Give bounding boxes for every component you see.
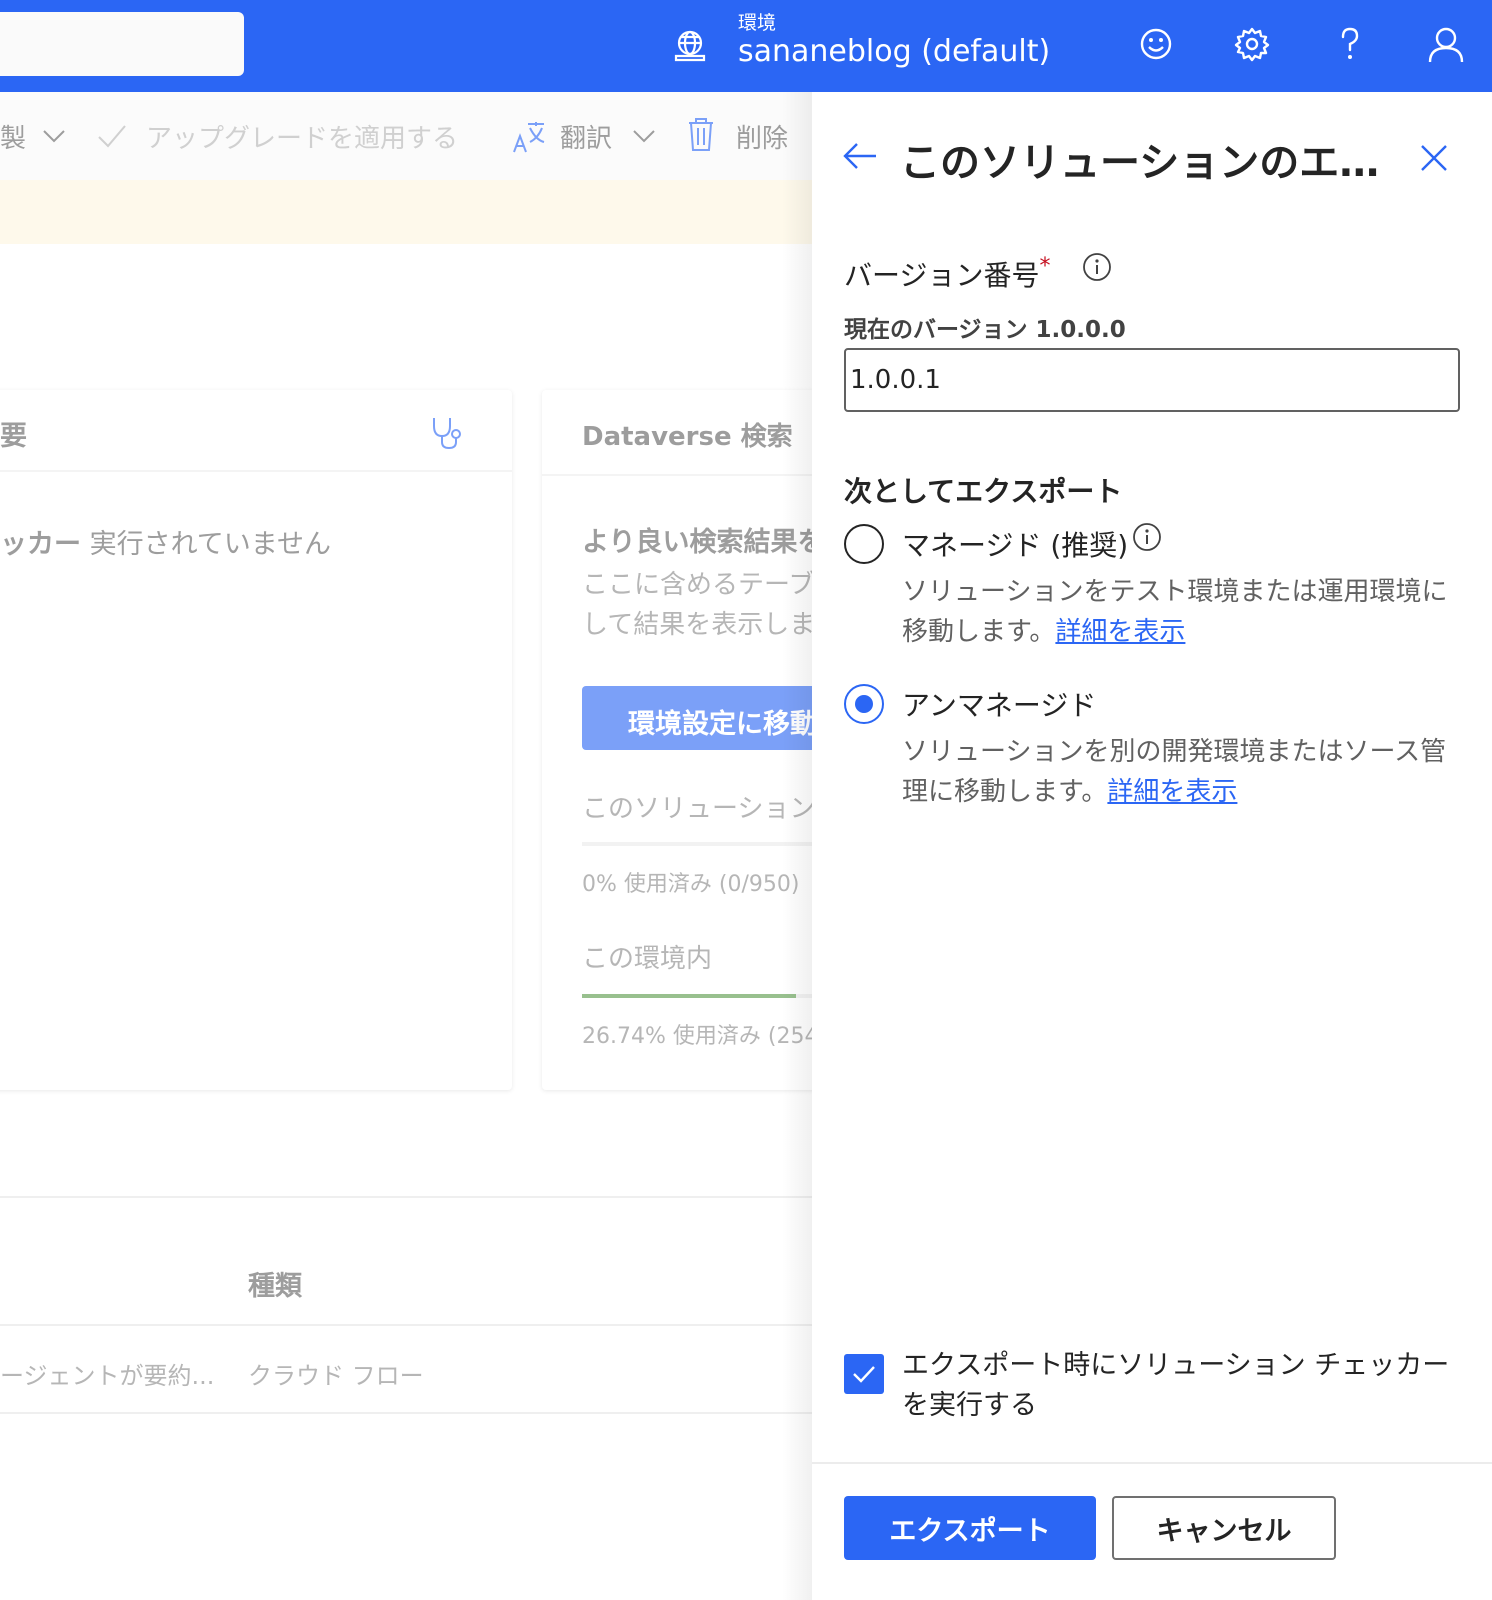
background-scrim [0, 92, 812, 1600]
user-icon[interactable] [1426, 24, 1466, 64]
environment-label: 環境 [738, 12, 777, 34]
panel-title: このソリューションのエクスポート [900, 140, 1390, 186]
unmanaged-radio[interactable] [844, 684, 884, 724]
back-arrow-icon[interactable] [842, 140, 878, 172]
globe-icon[interactable] [670, 26, 710, 66]
checkmark-icon [853, 1366, 875, 1383]
close-icon[interactable] [1420, 144, 1448, 172]
managed-radio[interactable] [844, 524, 884, 564]
version-number-input[interactable] [844, 348, 1460, 412]
gear-icon[interactable] [1232, 24, 1272, 64]
current-version: 現在のバージョン 1.0.0.0 [844, 317, 1126, 343]
managed-label[interactable]: マネージド (推奨) [902, 524, 1128, 564]
version-number-label: バージョン番号* [844, 254, 1050, 294]
divider [812, 1462, 1492, 1464]
managed-learn-more-link[interactable]: 詳細を表示 [1055, 617, 1185, 647]
export-as-label: 次としてエクスポート [844, 475, 1123, 508]
info-icon[interactable] [1132, 522, 1162, 552]
unmanaged-label[interactable]: アンマネージド [902, 684, 1096, 724]
top-header: 環境 sananeblog (default) [0, 0, 1492, 92]
unmanaged-description: ソリューションを別の開発環境またはソース管理に移動します。詳細を表示 [902, 732, 1462, 812]
search-box[interactable] [0, 12, 244, 76]
required-mark: * [1039, 254, 1051, 279]
export-button[interactable]: エクスポート [844, 1496, 1096, 1560]
help-icon[interactable] [1330, 24, 1370, 64]
version-number-label-text: バージョン番号 [844, 259, 1040, 292]
info-icon[interactable] [1082, 252, 1112, 282]
environment-name[interactable]: sananeblog (default) [738, 34, 1050, 69]
run-checker-label[interactable]: エクスポート時にソリューション チェッカーを実行する [902, 1346, 1472, 1426]
run-checker-checkbox[interactable] [844, 1354, 884, 1394]
smiley-icon[interactable] [1136, 24, 1176, 64]
unmanaged-learn-more-link[interactable]: 詳細を表示 [1107, 777, 1237, 807]
managed-description: ソリューションをテスト環境または運用環境に移動します。詳細を表示 [902, 572, 1462, 652]
cancel-button[interactable]: キャンセル [1112, 1496, 1336, 1560]
panel-shadow [782, 92, 812, 1600]
export-solution-panel: このソリューションのエクスポート バージョン番号* 現在のバージョン 1.0.0… [812, 92, 1492, 1600]
